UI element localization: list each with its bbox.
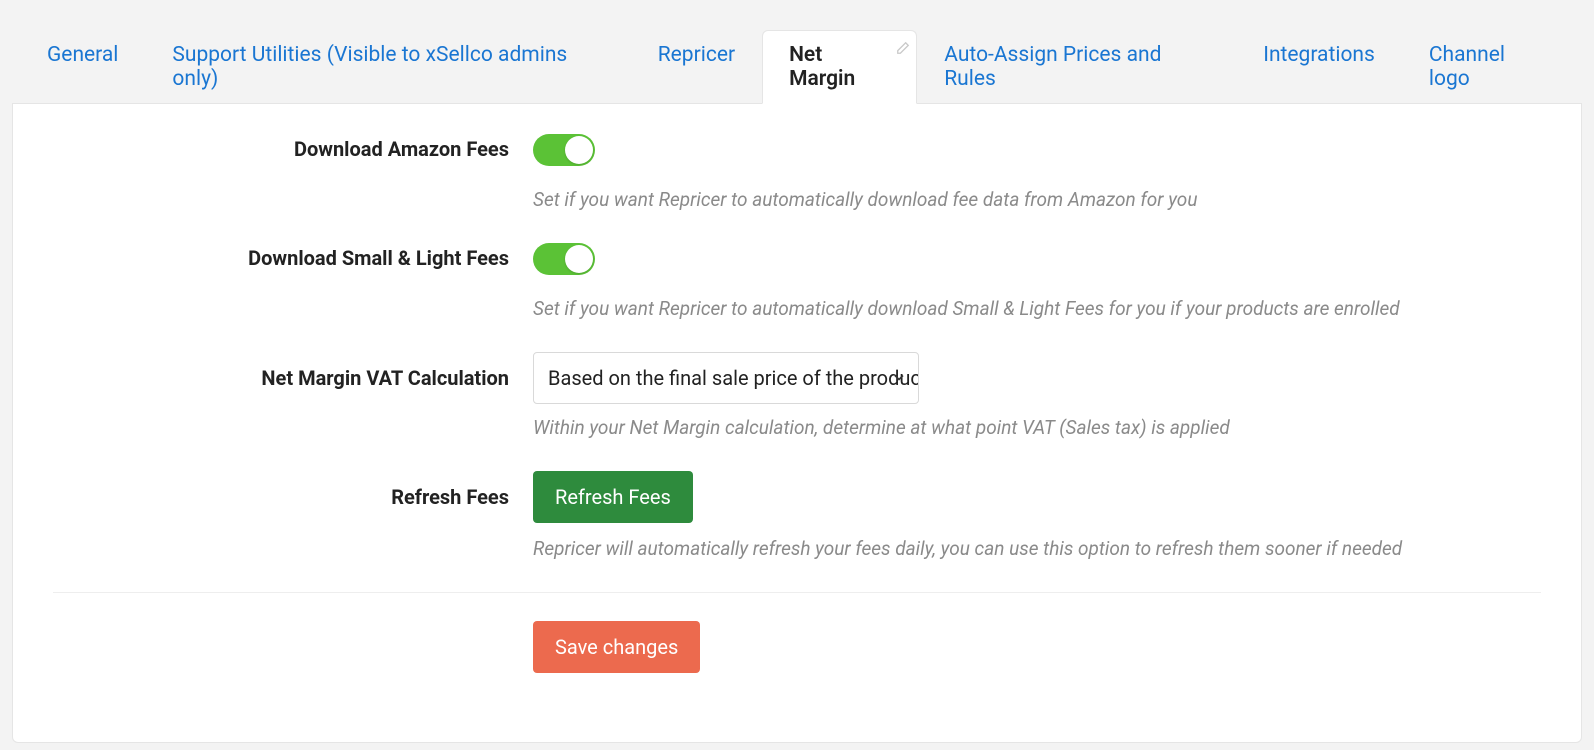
pencil-icon bbox=[896, 37, 910, 51]
helper-vat-calc: Within your Net Margin calculation, dete… bbox=[533, 416, 1541, 439]
divider bbox=[53, 592, 1541, 593]
settings-panel: Download Amazon Fees Set if you want Rep… bbox=[12, 103, 1582, 743]
toggle-download-small-light-fees[interactable] bbox=[533, 243, 595, 275]
tab-net-margin-label: Net Margin bbox=[789, 43, 855, 91]
row-download-amazon-fees: Download Amazon Fees Set if you want Rep… bbox=[53, 134, 1541, 211]
refresh-fees-button[interactable]: Refresh Fees bbox=[533, 471, 693, 523]
select-vat-calc-value: Based on the final sale price of the pro… bbox=[548, 366, 919, 390]
helper-download-amazon-fees: Set if you want Repricer to automaticall… bbox=[533, 188, 1541, 211]
label-download-amazon-fees: Download Amazon Fees bbox=[294, 137, 509, 161]
tab-channel-logo[interactable]: Channel logo bbox=[1402, 30, 1574, 104]
tabs-bar: General Support Utilities (Visible to xS… bbox=[0, 0, 1594, 104]
label-refresh-fees: Refresh Fees bbox=[391, 485, 509, 509]
tab-integrations[interactable]: Integrations bbox=[1236, 30, 1402, 104]
toggle-download-amazon-fees[interactable] bbox=[533, 134, 595, 166]
helper-download-small-light-fees: Set if you want Repricer to automaticall… bbox=[533, 297, 1541, 320]
label-vat-calc: Net Margin VAT Calculation bbox=[261, 366, 509, 390]
tab-repricer[interactable]: Repricer bbox=[631, 30, 762, 104]
tab-general[interactable]: General bbox=[20, 30, 145, 104]
helper-refresh-fees: Repricer will automatically refresh your… bbox=[533, 537, 1541, 560]
row-refresh-fees: Refresh Fees Refresh Fees Repricer will … bbox=[53, 471, 1541, 560]
tab-support-utilities[interactable]: Support Utilities (Visible to xSellco ad… bbox=[145, 30, 630, 104]
tab-auto-assign[interactable]: Auto-Assign Prices and Rules bbox=[917, 30, 1236, 104]
save-button[interactable]: Save changes bbox=[533, 621, 700, 673]
label-download-small-light-fees: Download Small & Light Fees bbox=[248, 246, 509, 270]
row-download-small-light-fees: Download Small & Light Fees Set if you w… bbox=[53, 243, 1541, 320]
row-save: Save changes bbox=[53, 621, 1541, 673]
row-vat-calc: Net Margin VAT Calculation Based on the … bbox=[53, 352, 1541, 439]
tab-net-margin[interactable]: Net Margin bbox=[762, 30, 917, 104]
select-vat-calc[interactable]: Based on the final sale price of the pro… bbox=[533, 352, 919, 404]
